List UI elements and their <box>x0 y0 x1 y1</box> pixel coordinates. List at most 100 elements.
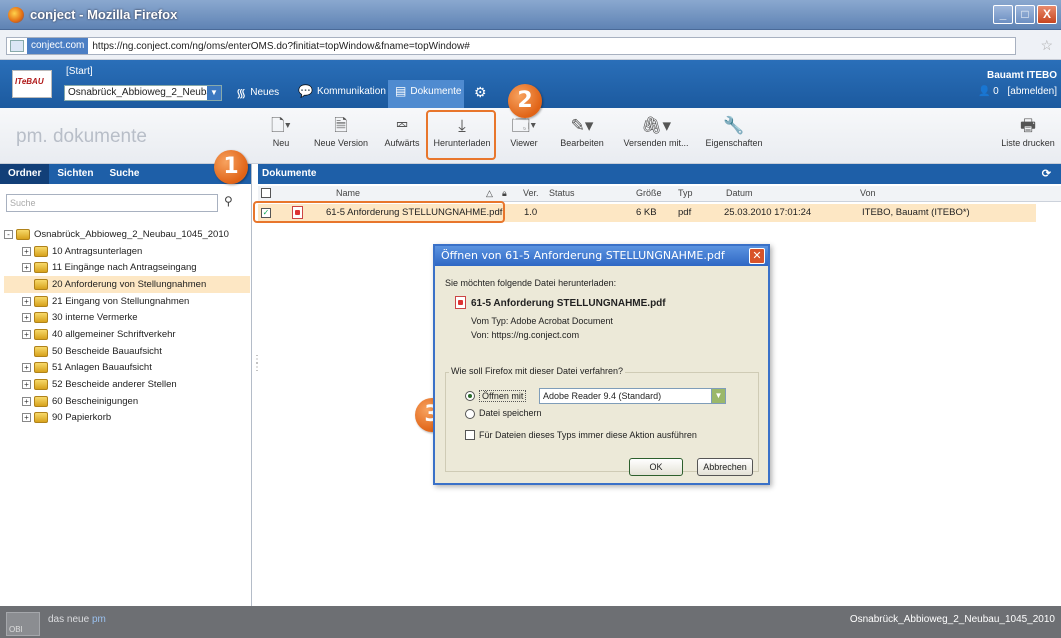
tree-node[interactable]: +11 Eingänge nach Antragseingang <box>4 259 250 276</box>
tree-node[interactable]: +60 Bescheinigungen <box>4 393 250 410</box>
expand-icon[interactable]: + <box>22 313 31 323</box>
tree-node[interactable]: +21 Eingang von Stellungnahmen <box>4 293 250 310</box>
address-bar[interactable]: conject.com https://ng.conject.com/ng/om… <box>6 37 1016 55</box>
tree-node[interactable]: +51 Anlagen Bauaufsicht <box>4 360 250 377</box>
save-file-radio[interactable] <box>465 409 475 419</box>
tree-node[interactable]: +52 Bescheide anderer Stellen <box>4 376 250 393</box>
nav-neues[interactable]: ᯾ Neues <box>236 84 279 101</box>
expand-icon[interactable]: + <box>22 329 31 339</box>
properties-button[interactable]: 🔧 Eigenschaften <box>702 114 766 148</box>
panel-splitter[interactable]: ⋮ ⋮ <box>252 355 262 386</box>
pm-link-prefix: das neue <box>48 614 92 625</box>
folder-icon <box>34 245 48 257</box>
sort-asc-icon[interactable]: △ <box>486 188 493 199</box>
search-icon[interactable]: ⚲ <box>224 194 233 208</box>
up-button[interactable]: ⮹ Aufwärts <box>380 114 424 148</box>
viewer-button[interactable]: 🗔▾ Viewer <box>504 114 544 148</box>
expand-icon[interactable]: + <box>22 413 31 423</box>
search-input[interactable]: Suche <box>6 194 218 212</box>
send-with-button[interactable]: 🖇▾ Versenden mit... <box>620 114 692 148</box>
column-header-row: Name △ 🔒︎ Ver. Status Größe Typ Datum Vo… <box>258 186 1061 202</box>
col-ver[interactable]: Ver. <box>523 188 539 198</box>
col-date[interactable]: Datum <box>726 188 753 198</box>
nav-dokumente[interactable]: ▤ Dokumente <box>395 84 461 98</box>
url-text[interactable]: https://ng.conject.com/ng/oms/enterOMS.d… <box>92 41 469 52</box>
close-window-button[interactable]: X <box>1037 5 1057 24</box>
logout-link[interactable]: [abmelden] <box>1008 86 1057 97</box>
chevron-down-icon[interactable]: ▼ <box>711 389 725 403</box>
firefox-icon <box>8 6 24 23</box>
tab-sichten[interactable]: Sichten <box>49 164 101 184</box>
send-with-label: Versenden mit... <box>623 138 689 148</box>
open-with-label[interactable]: Öffnen mit <box>479 390 527 402</box>
new-button-label: Neu <box>272 138 290 148</box>
folder-icon <box>34 262 48 274</box>
document-icon: ▤ <box>395 84 407 98</box>
open-with-radio[interactable] <box>465 391 475 401</box>
col-size[interactable]: Größe <box>636 188 662 198</box>
col-status[interactable]: Status <box>549 188 575 198</box>
nav-kommunikation[interactable]: 💬 Kommunikation <box>298 84 386 98</box>
expand-icon[interactable]: + <box>22 246 31 256</box>
tree-node[interactable]: +10 Antragsunterlagen <box>4 243 250 260</box>
always-action-checkbox[interactable] <box>465 430 475 440</box>
itebau-logo: ITeBAU <box>12 70 52 98</box>
tree-node[interactable]: +40 allgemeiner Schriftverkehr <box>4 326 250 343</box>
chevron-down-icon[interactable]: ▼ <box>207 86 221 100</box>
row-date: 25.03.2010 17:01:24 <box>724 207 812 218</box>
tab-ordner[interactable]: Ordner <box>0 164 50 184</box>
status-bar: OBI das neue pm Osnabrück_Abbioweg_2_Neu… <box>0 606 1061 638</box>
select-all-checkbox[interactable] <box>261 188 271 198</box>
maximize-button[interactable]: □ <box>1015 5 1035 24</box>
new-button[interactable]: 🗋▾ Neu <box>266 114 296 148</box>
col-type[interactable]: Typ <box>678 188 693 198</box>
dialog-close-button[interactable]: ✕ <box>749 248 765 264</box>
pm-link[interactable]: das neue pm <box>48 614 106 625</box>
new-version-button[interactable]: 🗎 Neue Version <box>312 114 370 148</box>
tree-node-label: 20 Anforderung von Stellungnahmen <box>52 278 207 290</box>
refresh-icon[interactable]: ⟳ <box>1042 164 1051 184</box>
minimize-button[interactable]: _ <box>993 5 1013 24</box>
col-from[interactable]: Von <box>860 188 876 198</box>
tree-node[interactable]: +30 interne Vermerke <box>4 309 250 326</box>
bookmark-star-icon[interactable]: ☆ <box>1040 37 1053 54</box>
user-count: 0 <box>993 86 999 97</box>
tab-suche[interactable]: Suche <box>101 164 147 184</box>
project-select[interactable]: Osnabrück_Abbioweg_2_Neubau ▼ <box>64 85 222 101</box>
nav-neues-label: Neues <box>250 87 280 98</box>
tree-node[interactable]: +90 Papierkorb <box>4 410 250 427</box>
open-with-app-value: Adobe Reader 9.4 (Standard) <box>543 391 662 401</box>
callout-2: 2 <box>508 84 542 118</box>
tree-node-label: 30 interne Vermerke <box>52 312 138 324</box>
ok-button[interactable]: OK <box>629 458 683 476</box>
tree-node[interactable]: - Osnabrück_Abbioweg_2_Neubau_1045_2010 <box>4 226 250 243</box>
collapse-icon[interactable]: - <box>4 229 13 239</box>
save-file-label[interactable]: Datei speichern <box>479 408 542 418</box>
expand-icon[interactable]: + <box>22 396 31 406</box>
print-list-button[interactable]: 🖶 Liste drucken <box>998 114 1058 148</box>
expand-icon[interactable]: + <box>22 363 31 373</box>
user-row: 👤 0 [abmelden] <box>978 86 1057 97</box>
edit-button[interactable]: ✎▾ Bearbeiten <box>556 114 608 148</box>
cancel-button[interactable]: Abbrechen <box>697 458 753 476</box>
printer-icon: 🖶 <box>1019 116 1037 135</box>
status-app-icon[interactable]: OBI <box>6 612 40 636</box>
col-name[interactable]: Name <box>336 188 360 198</box>
pencil-icon: ✎▾ <box>570 116 594 135</box>
expand-icon[interactable]: + <box>22 296 31 306</box>
nav-kommunikation-label: Kommunikation <box>316 85 386 97</box>
row-ver: 1.0 <box>524 207 538 218</box>
start-link[interactable]: [Start] <box>66 66 93 77</box>
action-fieldset <box>445 372 759 472</box>
rss-icon: ᯾ <box>236 86 247 100</box>
tree-node[interactable]: 50 Bescheide Bauaufsicht <box>4 343 250 360</box>
tree-node[interactable]: 20 Anforderung von Stellungnahmen <box>4 276 250 293</box>
expand-icon[interactable]: + <box>22 263 31 273</box>
highlight-download-button <box>426 110 496 160</box>
site-identity[interactable]: conject.com <box>27 38 89 54</box>
open-with-app-select[interactable]: Adobe Reader 9.4 (Standard) ▼ <box>539 388 726 404</box>
always-action-label[interactable]: Für Dateien dieses Typs immer diese Akti… <box>479 430 697 440</box>
user-icon: 👤 <box>977 86 991 97</box>
expand-icon[interactable]: + <box>22 380 31 390</box>
folder-tree: - Osnabrück_Abbioweg_2_Neubau_1045_2010 +1… <box>4 226 250 426</box>
